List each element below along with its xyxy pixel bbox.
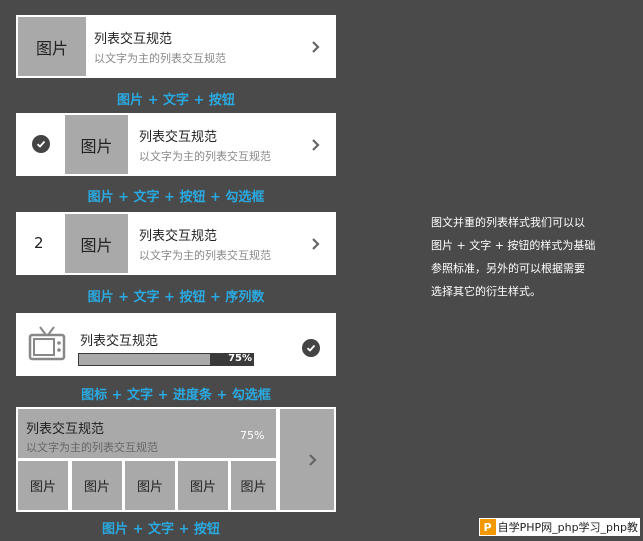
tv-icon [28, 326, 66, 361]
progress-label: 75% [240, 429, 265, 442]
caption-card-4: 图标 + 文字 + 进度条 + 勾选框 [81, 388, 271, 403]
image-placeholder: 图片 [65, 214, 128, 273]
progress-fill [79, 354, 210, 365]
item-title: 列表交互规范 [26, 422, 105, 437]
list-card-4[interactable]: 列表交互规范 75% [16, 313, 336, 376]
progress-bar: 75% [78, 353, 254, 366]
watermark-logo: P [479, 519, 496, 535]
list-card-5[interactable]: 列表交互规范 以文字为主的列表交互规范 75% 图片 图片 图片 图片 图片 [16, 407, 336, 512]
description-line: 图文并重的列表样式我们可以以 [431, 216, 585, 229]
grid-image-3[interactable]: 图片 [125, 461, 175, 510]
caption-card-1: 图片 + 文字 + 按钮 [117, 93, 235, 108]
grid-image-4[interactable]: 图片 [178, 461, 228, 510]
description-line: 图片 + 文字 + 按钮的样式为基础 [431, 239, 596, 252]
item-subtitle: 以文字为主的列表交互规范 [26, 441, 158, 454]
caption-card-3: 图片 + 文字 + 按钮 + 序列数 [87, 290, 265, 305]
checkbox-checked-icon[interactable] [32, 135, 50, 153]
item-title: 列表交互规范 [80, 334, 159, 349]
chevron-right-icon[interactable] [310, 238, 322, 250]
grid-image-2[interactable]: 图片 [72, 461, 122, 510]
item-subtitle: 以文字为主的列表交互规范 [94, 52, 226, 65]
watermark-text: 自学PHP网_php学习_php教 [497, 521, 638, 534]
list-card-3[interactable]: 2 图片 列表交互规范 以文字为主的列表交互规范 [16, 212, 336, 275]
item-subtitle: 以文字为主的列表交互规范 [139, 249, 271, 262]
chevron-right-icon[interactable] [310, 41, 322, 53]
grid-image-5[interactable]: 图片 [231, 461, 276, 510]
card-header: 列表交互规范 以文字为主的列表交互规范 75% [18, 409, 276, 458]
checkbox-checked-icon[interactable] [302, 339, 320, 357]
item-subtitle: 以文字为主的列表交互规范 [139, 150, 271, 163]
caption-card-2: 图片 + 文字 + 按钮 + 勾选框 [87, 190, 265, 205]
sequence-number: 2 [34, 234, 44, 252]
chevron-right-icon[interactable] [307, 454, 319, 466]
action-panel[interactable] [280, 409, 334, 510]
item-title: 列表交互规范 [139, 229, 218, 244]
chevron-right-icon[interactable] [310, 139, 322, 151]
progress-label: 75% [228, 353, 252, 364]
description-line: 选择其它的衍生样式。 [431, 285, 541, 298]
image-placeholder: 图片 [65, 115, 128, 174]
description-text: 图文并重的列表样式我们可以以 图片 + 文字 + 按钮的样式为基础 参照标准，另… [431, 211, 611, 303]
image-placeholder: 图片 [18, 17, 86, 76]
watermark: P 自学PHP网_php学习_php教 [478, 518, 640, 536]
description-line: 参照标准，另外的可以根据需要 [431, 262, 585, 275]
item-title: 列表交互规范 [94, 32, 173, 47]
list-card-1[interactable]: 图片 列表交互规范 以文字为主的列表交互规范 [16, 15, 336, 78]
caption-card-5: 图片 + 文字 + 按钮 [102, 522, 220, 537]
list-card-2[interactable]: 图片 列表交互规范 以文字为主的列表交互规范 [16, 113, 336, 176]
grid-image-1[interactable]: 图片 [18, 461, 68, 510]
item-title: 列表交互规范 [139, 130, 218, 145]
